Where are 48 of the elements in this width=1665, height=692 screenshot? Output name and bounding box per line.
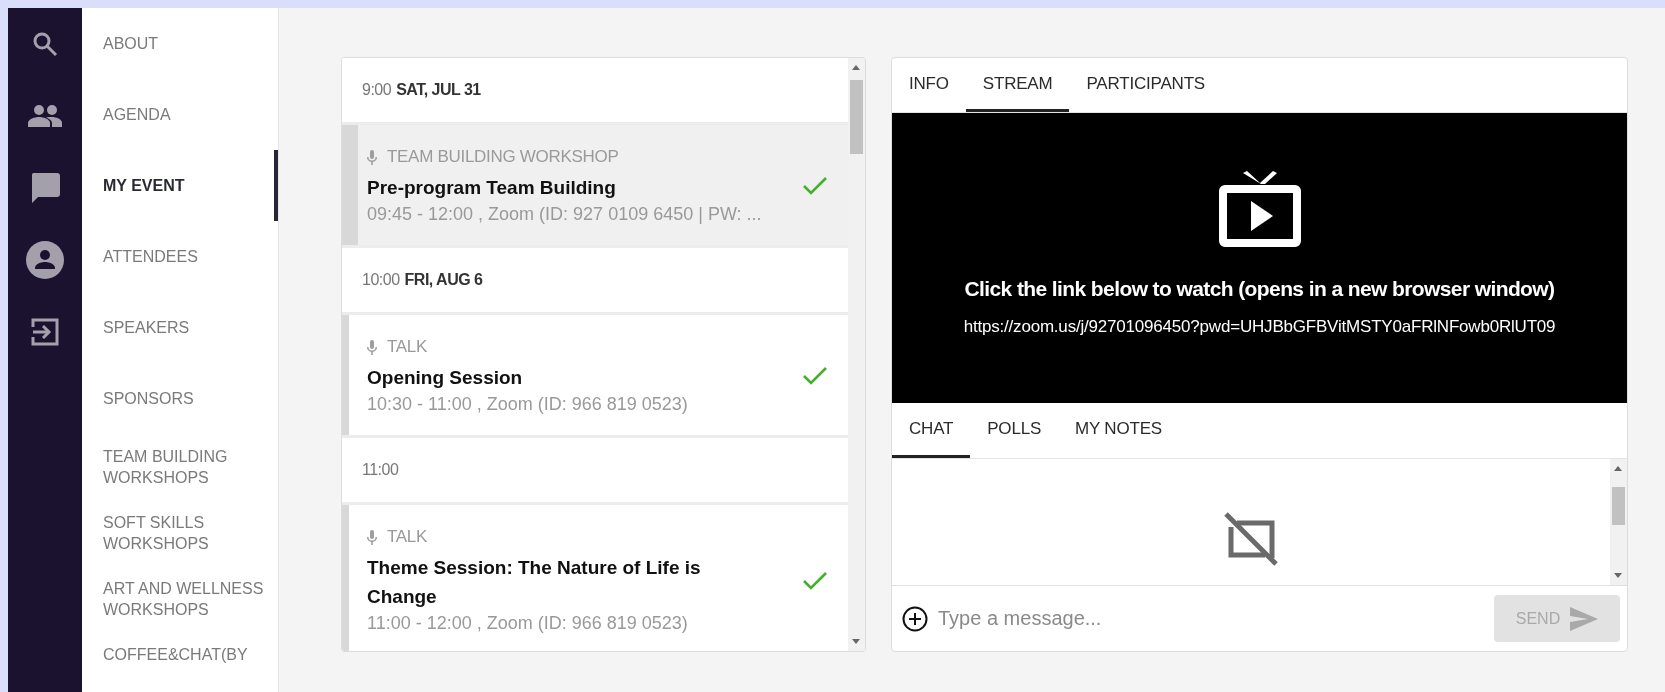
menu-item[interactable]: SPEAKERS: [82, 292, 278, 363]
time-label: 9:00: [362, 81, 392, 99]
tab[interactable]: POLLS: [970, 403, 1059, 458]
session-details: 11:00 - 12:00 , Zoom (ID: 966 819 0523): [367, 613, 689, 634]
session-category: TALK: [387, 337, 428, 357]
menu-item[interactable]: ART AND WELLNESS WORKSHOPS: [82, 566, 278, 632]
session-title: Pre-program Team Building: [367, 176, 617, 200]
session-item[interactable]: TALK Opening Session 10:30 - 11:00 , Zoom (ID: 966 819 0523): [342, 315, 848, 435]
menu-item[interactable]: SOFT SKILLS WORKSHOPS: [82, 500, 278, 566]
time-label: 10:00: [362, 271, 400, 289]
session-category: TALK: [387, 527, 428, 547]
microphone-icon: [367, 529, 377, 545]
stream-link[interactable]: https://zoom.us/j/92701096450?pwd=UHJBbGFBVitMSTY0aFRlNFowb0RlUT09: [963, 317, 1556, 337]
date-label: FRI, AUG 6: [404, 271, 483, 289]
chat-icon[interactable]: [30, 173, 60, 203]
session-title: Opening Session: [367, 366, 524, 390]
microphone-icon: [367, 149, 377, 165]
message-input[interactable]: Type a message...: [936, 606, 1486, 631]
scrollbar[interactable]: [1610, 459, 1627, 585]
tab[interactable]: CHAT: [892, 403, 971, 458]
account-icon[interactable]: [26, 241, 64, 279]
tab[interactable]: MY NOTES: [1058, 403, 1179, 458]
session-item[interactable]: TALK Theme Session: The Nature of Life is Change 11:00 - 12:00 , Zoom (ID: 966 819 0523): [342, 505, 848, 651]
session-details: 09:45 - 12:00 , Zoom (ID: 927 0109 6450 | PW: ...: [367, 204, 763, 225]
time-label: 11:00: [362, 461, 399, 479]
date-label: SAT, JUL 31: [396, 81, 481, 99]
search-icon[interactable]: [32, 31, 58, 57]
menu-item[interactable]: ABOUT: [82, 8, 278, 79]
tv-play-icon: [1218, 171, 1301, 247]
scrollbar[interactable]: [848, 58, 865, 651]
menu-item[interactable]: SPONSORS: [82, 363, 278, 434]
crossed-screen-icon: [1223, 511, 1279, 567]
send-icon: [1570, 606, 1599, 631]
session-category: TEAM BUILDING WORKSHOP: [387, 147, 619, 167]
login-icon[interactable]: [31, 318, 59, 346]
add-icon[interactable]: [902, 605, 928, 632]
session-details: 10:30 - 11:00 , Zoom (ID: 966 819 0523): [367, 394, 689, 415]
session-title: Theme Session: The Nature of Life is Change: [367, 556, 702, 609]
people-icon[interactable]: [28, 105, 62, 127]
menu-item[interactable]: COFFEE&CHAT(BY: [82, 632, 278, 677]
menu-item[interactable]: TEAM BUILDING WORKSHOPS: [82, 434, 278, 500]
microphone-icon: [367, 339, 377, 355]
stream-message: Click the link below to watch (opens in a new browser window): [964, 277, 1555, 301]
menu-item[interactable]: AGENDA: [82, 79, 278, 150]
session-item[interactable]: TEAM BUILDING WORKSHOP Pre-program Team Building 09:45 - 12:00 , Zoom (ID: 927 0109 6450 | PW: ...: [342, 125, 848, 245]
tab[interactable]: INFO: [892, 58, 966, 112]
tab[interactable]: PARTICIPANTS: [1069, 58, 1222, 112]
menu-item[interactable]: ATTENDEES: [82, 221, 278, 292]
